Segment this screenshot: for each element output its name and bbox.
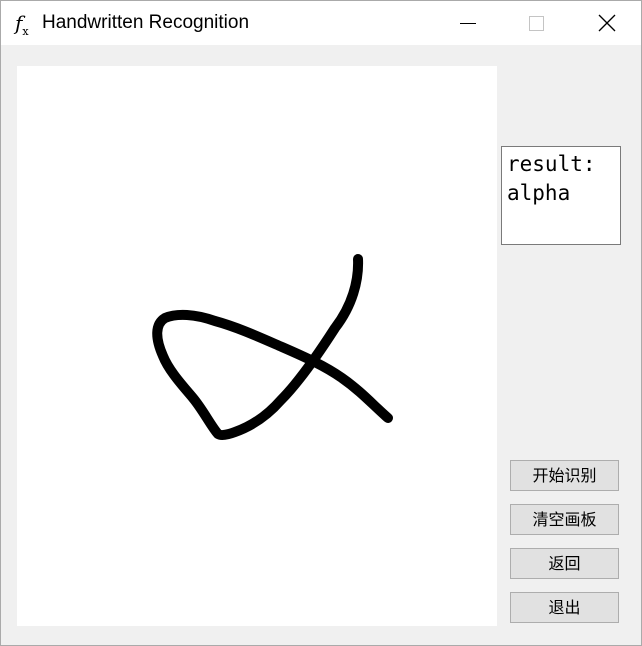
window-title: Handwritten Recognition xyxy=(42,12,250,33)
maximize-icon xyxy=(529,16,544,31)
result-display: result: alpha xyxy=(501,146,621,245)
close-button[interactable] xyxy=(583,1,629,45)
start-recognition-button[interactable]: 开始识别 xyxy=(510,460,619,491)
app-window: fx Handwritten Recognition result: alpha… xyxy=(0,0,642,646)
minimize-button[interactable] xyxy=(445,1,491,45)
back-button[interactable]: 返回 xyxy=(510,548,619,579)
fx-function-icon: fx xyxy=(15,11,29,38)
result-value: alpha xyxy=(507,181,571,205)
exit-button[interactable]: 退出 xyxy=(510,592,619,623)
handwritten-stroke xyxy=(152,254,393,441)
minimize-icon xyxy=(460,23,476,24)
close-icon xyxy=(598,14,616,32)
title-bar[interactable]: fx Handwritten Recognition xyxy=(1,1,641,45)
result-label: result: xyxy=(507,152,596,176)
drawing-canvas[interactable] xyxy=(17,66,497,626)
clear-canvas-button[interactable]: 清空画板 xyxy=(510,504,619,535)
maximize-button[interactable] xyxy=(513,1,559,45)
